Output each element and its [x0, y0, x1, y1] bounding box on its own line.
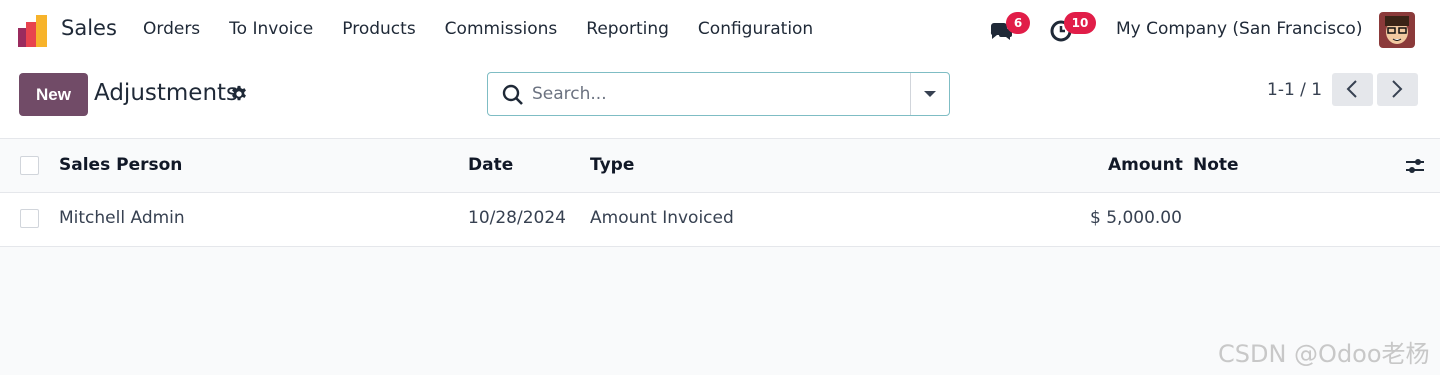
- cell-date[interactable]: 10/28/2024: [468, 208, 566, 228]
- optional-columns-sliders-icon[interactable]: [1404, 155, 1426, 177]
- search-options-toggle-icon[interactable]: [924, 91, 936, 97]
- menu-reporting[interactable]: Reporting: [586, 19, 669, 39]
- cell-sales-person[interactable]: Mitchell Admin: [59, 208, 185, 228]
- pager-previous-button[interactable]: [1332, 73, 1373, 106]
- menu-to-invoice[interactable]: To Invoice: [229, 19, 313, 39]
- column-header-note[interactable]: Note: [1193, 155, 1239, 175]
- column-header-sales-person[interactable]: Sales Person: [59, 155, 182, 175]
- watermark-text: CSDN @Odoo老杨: [1218, 340, 1430, 368]
- chevron-right-icon: [1392, 80, 1403, 98]
- gear-icon[interactable]: [230, 85, 248, 103]
- search-bar: [487, 72, 950, 116]
- user-avatar[interactable]: [1379, 12, 1415, 48]
- search-icon: [502, 84, 523, 105]
- top-navbar: Sales Orders To Invoice Products Commiss…: [0, 0, 1440, 60]
- column-header-date[interactable]: Date: [468, 155, 513, 175]
- column-header-amount[interactable]: Amount: [1108, 155, 1183, 175]
- new-button[interactable]: New: [19, 73, 88, 116]
- menu-products[interactable]: Products: [342, 19, 415, 39]
- search-input[interactable]: [532, 82, 892, 106]
- search-divider: [910, 73, 911, 115]
- select-all-checkbox[interactable]: [20, 156, 39, 175]
- sales-app-logo-icon[interactable]: [18, 15, 50, 47]
- menu-commissions[interactable]: Commissions: [445, 19, 558, 39]
- menu-configuration[interactable]: Configuration: [698, 19, 813, 39]
- pager-value[interactable]: 1-1 / 1: [1267, 80, 1322, 100]
- menu-orders[interactable]: Orders: [143, 19, 200, 39]
- app-name[interactable]: Sales: [61, 16, 117, 40]
- cell-type[interactable]: Amount Invoiced: [590, 208, 734, 228]
- cell-amount[interactable]: $ 5,000.00: [1090, 208, 1182, 228]
- main-menu: Orders To Invoice Products Commissions R…: [143, 19, 842, 39]
- table-row[interactable]: Mitchell Admin 10/28/2024 Amount Invoice…: [0, 193, 1440, 247]
- chevron-left-icon: [1346, 80, 1357, 98]
- control-panel: New Adjustments 1-1 / 1: [0, 60, 1440, 138]
- activities-count-badge: 10: [1064, 12, 1096, 34]
- list-header: Sales Person Date Type Amount Note: [0, 138, 1440, 193]
- column-header-type[interactable]: Type: [590, 155, 634, 175]
- messages-count-badge: 6: [1006, 12, 1030, 34]
- breadcrumb-title: Adjustments: [94, 80, 239, 106]
- pager-next-button[interactable]: [1377, 73, 1418, 106]
- company-switcher[interactable]: My Company (San Francisco): [1116, 19, 1362, 39]
- row-checkbox[interactable]: [20, 209, 39, 228]
